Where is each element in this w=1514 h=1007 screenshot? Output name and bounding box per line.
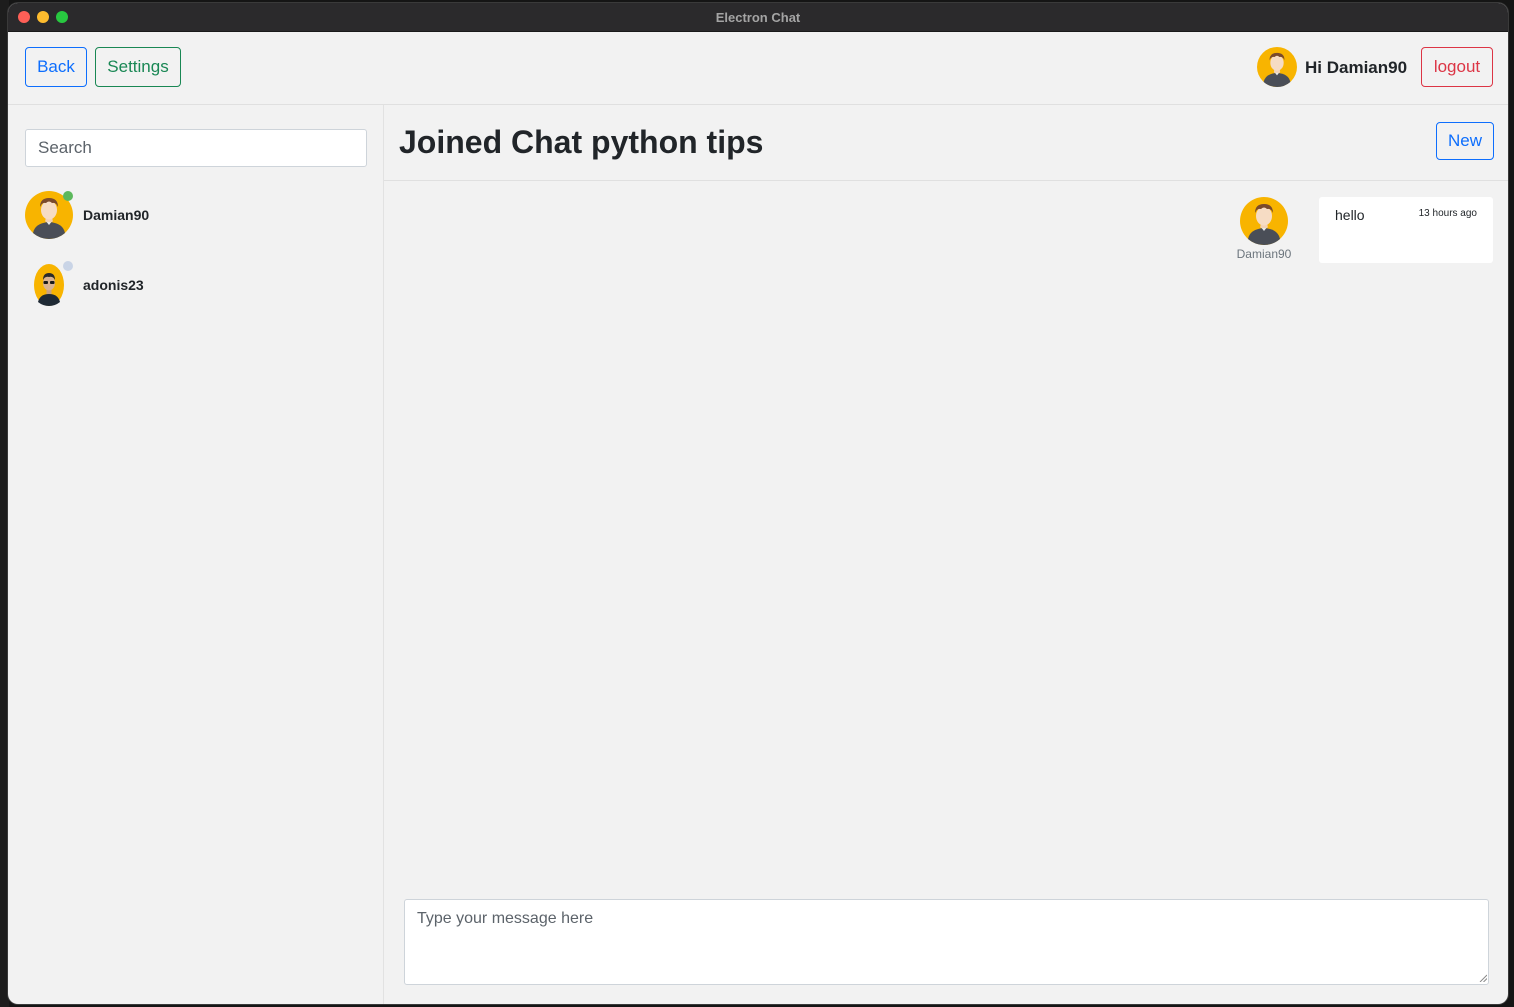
- chat-title: Joined Chat python tips: [399, 124, 764, 160]
- user-avatar-icon: [1257, 47, 1297, 87]
- user-list-item[interactable]: adonis23: [25, 261, 365, 311]
- message-text: hello: [1335, 207, 1365, 223]
- back-button[interactable]: Back: [25, 47, 87, 87]
- logout-button[interactable]: logout: [1421, 47, 1493, 87]
- user-sidebar: Damian90 adonis23: [8, 105, 384, 1004]
- window-title: Electron Chat: [715, 10, 801, 25]
- message-bubble: hello 13 hours ago: [1319, 197, 1493, 263]
- title-bar: Electron Chat: [8, 3, 1508, 32]
- settings-button[interactable]: Settings: [95, 47, 181, 87]
- new-chat-button[interactable]: New: [1436, 122, 1494, 160]
- greeting-text: Hi Damian90: [1305, 58, 1408, 77]
- message-list[interactable]: Damian90 hello 13 hours ago: [384, 181, 1508, 886]
- message-author-avatar-icon: [1240, 197, 1288, 245]
- user-name: Damian90: [83, 207, 150, 223]
- top-navbar: Back Settings Hi Damian90 logout: [8, 32, 1508, 105]
- chat-header: Joined Chat python tips New: [384, 105, 1508, 181]
- chat-panel: Joined Chat python tips New Damian90 hel…: [384, 105, 1508, 1004]
- message-author-name: Damian90: [1236, 247, 1292, 261]
- offline-status-indicator: [63, 261, 73, 271]
- app-content: Back Settings Hi Damian90 logout Search …: [8, 32, 1508, 1004]
- user-list-item[interactable]: Damian90: [25, 191, 365, 241]
- message-input[interactable]: [404, 899, 1489, 985]
- search-input[interactable]: [25, 129, 367, 167]
- user-name: adonis23: [83, 277, 144, 293]
- online-status-indicator: [63, 191, 73, 201]
- message-timestamp: 13 hours ago: [1418, 208, 1477, 219]
- app-window: Electron Chat Back Settings Hi Damian90 …: [8, 3, 1508, 1004]
